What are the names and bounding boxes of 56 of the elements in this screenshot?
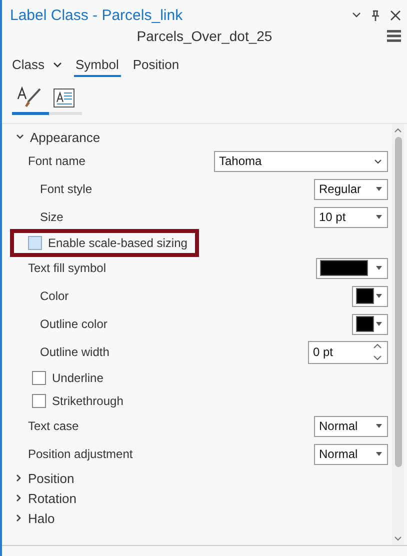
- dropdown[interactable]: Normal: [314, 444, 388, 464]
- spin-field[interactable]: 0 pt: [308, 340, 388, 364]
- section-header[interactable]: Halo: [2, 508, 55, 528]
- caret-icon: [376, 322, 382, 326]
- checkbox[interactable]: [28, 236, 42, 250]
- window-title: Label Class - Parcels_link: [10, 6, 183, 24]
- chevron-down-icon[interactable]: [352, 12, 361, 18]
- scroll-up-icon[interactable]: [394, 128, 402, 133]
- chevron-right-icon: [16, 514, 22, 522]
- property-label: Font style: [40, 182, 92, 196]
- property-label: Outline color: [40, 317, 108, 331]
- checkbox-label: Enable scale-based sizing: [48, 236, 188, 250]
- chevron-down-icon: [16, 134, 24, 140]
- menu-icon[interactable]: [387, 30, 401, 42]
- property-label: Size: [40, 210, 64, 224]
- dropdown[interactable]: Tahoma: [214, 150, 388, 172]
- color-picker[interactable]: [352, 286, 388, 306]
- property-label: Color: [40, 289, 69, 303]
- tab[interactable]: Symbol: [74, 55, 121, 77]
- caret-icon: [376, 424, 382, 428]
- chevron-down-icon: [374, 158, 382, 164]
- dropdown[interactable]: 10 pt: [314, 206, 388, 228]
- tab[interactable]: Class: [10, 55, 64, 77]
- caret-icon: [376, 266, 382, 270]
- color-picker[interactable]: [352, 314, 388, 334]
- property-label: Font name: [28, 154, 86, 168]
- checkbox[interactable]: [32, 394, 46, 408]
- dropdown[interactable]: Normal: [314, 416, 388, 436]
- property-label: Text case: [28, 419, 79, 433]
- text-brush-icon: [16, 86, 42, 108]
- scrollbar[interactable]: [392, 124, 404, 545]
- property-label: Outline width: [40, 345, 110, 359]
- checkbox[interactable]: [32, 370, 46, 384]
- checkbox-label: Strikethrough: [52, 394, 124, 408]
- chevron-down-icon[interactable]: [52, 62, 62, 68]
- checkbox-label: Underline: [52, 370, 104, 384]
- layer-name: Parcels_Over_dot_25: [136, 28, 272, 44]
- text-frame-icon: [53, 88, 75, 108]
- property-label: Text fill symbol: [28, 261, 106, 275]
- chevron-right-icon: [16, 494, 22, 502]
- property-label: Position adjustment: [28, 447, 133, 461]
- scroll-down-icon[interactable]: [394, 536, 402, 541]
- close-icon[interactable]: [390, 10, 401, 20]
- chevron-right-icon: [16, 474, 22, 482]
- symbol-picker[interactable]: [316, 258, 388, 278]
- pin-icon[interactable]: [371, 10, 380, 20]
- tab[interactable]: Position: [130, 55, 182, 77]
- spin-arrows-icon: [373, 343, 382, 361]
- section-header[interactable]: Appearance: [2, 127, 100, 147]
- section-header[interactable]: Rotation: [2, 488, 76, 508]
- dropdown[interactable]: Regular: [314, 178, 388, 200]
- section-header[interactable]: Position: [2, 468, 74, 488]
- caret-icon: [376, 215, 382, 219]
- caret-icon: [376, 187, 382, 191]
- caret-icon: [376, 452, 382, 456]
- caret-icon: [376, 294, 382, 298]
